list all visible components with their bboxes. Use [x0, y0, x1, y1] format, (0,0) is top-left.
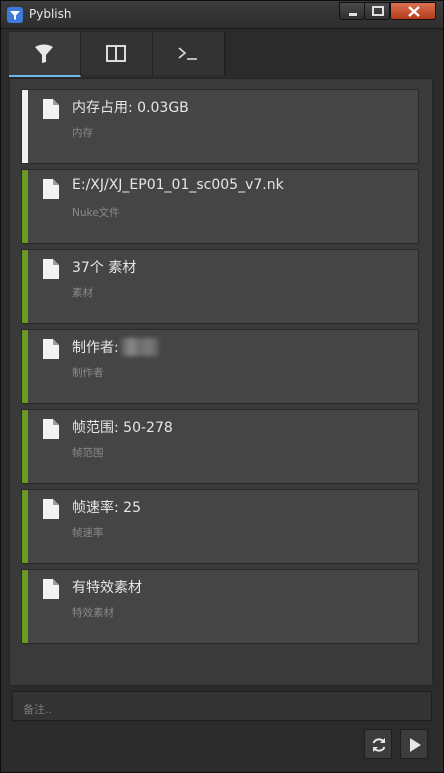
comment-input[interactable]: 备注..: [12, 691, 432, 721]
item-label: 有特效素材: [72, 580, 142, 596]
instance-list: 内存占用: 0.03GB 内存 E:/XJ/XJ_EP01_01_sc005_v…: [9, 78, 433, 686]
item-label: 37个 素材: [72, 260, 137, 276]
close-button[interactable]: [390, 2, 436, 20]
status-bar: [22, 570, 28, 643]
pyblish-window: Pyblish 内存占用: 0.03GB 内存 E:/XJ/XJ_EP01_01…: [0, 0, 444, 773]
window-title: Pyblish: [29, 7, 72, 21]
item-family: 帧范围: [72, 447, 104, 459]
list-item[interactable]: 37个 素材 素材: [21, 249, 419, 324]
status-bar: [22, 250, 28, 323]
tab-terminal[interactable]: [153, 32, 225, 75]
columns-icon: [106, 45, 126, 62]
refresh-icon: [372, 738, 386, 752]
status-bar: [22, 410, 28, 483]
list-item[interactable]: E:/XJ/XJ_EP01_01_sc005_v7.nk Nuke文件: [21, 169, 419, 244]
document-icon: [43, 259, 59, 279]
item-family: 帧速率: [72, 527, 104, 539]
item-family: 内存: [72, 127, 93, 139]
footer: [1, 725, 443, 771]
terminal-icon: [178, 47, 197, 60]
item-family: 特效素材: [72, 607, 114, 619]
filter-icon: [35, 44, 53, 63]
list-item[interactable]: 帧范围: 50-278 帧范围: [21, 409, 419, 484]
document-icon: [43, 99, 59, 119]
document-icon: [43, 579, 59, 599]
play-icon: [410, 738, 421, 752]
maximize-button[interactable]: [364, 2, 390, 20]
title-bar[interactable]: Pyblish: [1, 1, 443, 29]
tab-bar-filler: [225, 32, 434, 75]
list-item[interactable]: 内存占用: 0.03GB 内存: [21, 89, 419, 164]
list-item[interactable]: 帧速率: 25 帧速率: [21, 489, 419, 564]
item-family: 制作者: [72, 367, 104, 379]
item-label: E:/XJ/XJ_EP01_01_sc005_v7.nk: [72, 177, 284, 193]
status-bar: [22, 490, 28, 563]
redacted-name: [120, 337, 159, 356]
item-label: 制作者:: [72, 340, 119, 356]
tab-filter[interactable]: [9, 32, 81, 77]
maximize-icon: [372, 6, 384, 16]
status-bar: [22, 90, 28, 163]
app-icon: [7, 7, 23, 23]
minimize-button[interactable]: [339, 2, 365, 20]
minimize-icon: [349, 13, 357, 16]
status-bar: [22, 170, 28, 243]
item-label-row: 制作者:: [72, 337, 159, 357]
tab-columns[interactable]: [81, 32, 153, 75]
item-label: 内存占用: 0.03GB: [72, 100, 189, 116]
item-label: 帧速率: 25: [72, 500, 141, 516]
item-label: 帧范围: 50-278: [72, 420, 173, 436]
publish-button[interactable]: [400, 729, 428, 759]
tab-bar: [9, 32, 434, 77]
item-family: Nuke文件: [72, 207, 120, 219]
document-icon: [43, 419, 59, 439]
close-icon: [408, 6, 420, 17]
status-bar: [22, 330, 28, 403]
list-item[interactable]: 有特效素材 特效素材: [21, 569, 419, 644]
reset-button[interactable]: [364, 729, 392, 759]
document-icon: [43, 499, 59, 519]
document-icon: [43, 179, 59, 199]
list-item[interactable]: 制作者: 制作者: [21, 329, 419, 404]
item-family: 素材: [72, 287, 93, 299]
document-icon: [43, 339, 59, 359]
